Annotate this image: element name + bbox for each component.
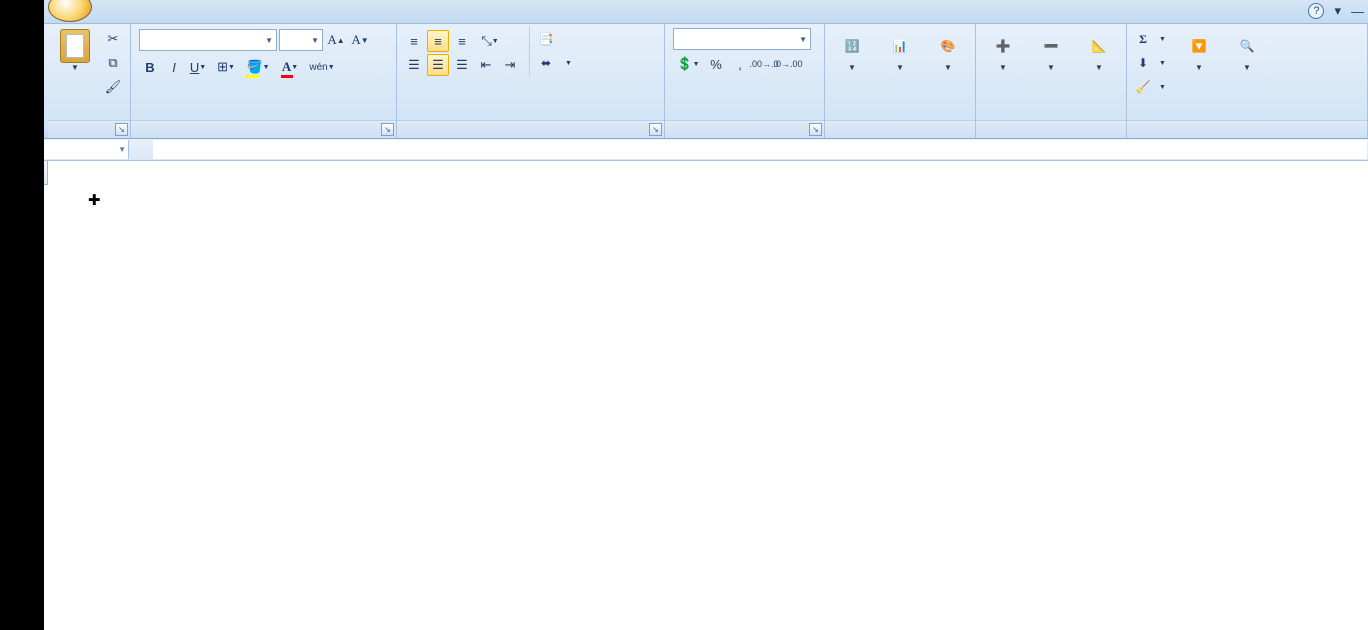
underline-button[interactable]: U▼ — [187, 56, 209, 78]
format-cells-button[interactable]: 📐▼ — [1076, 26, 1122, 73]
italic-button[interactable]: I — [163, 56, 185, 78]
clear-button[interactable]: 🧹▼ — [1133, 76, 1172, 98]
window-dash-icon[interactable]: — — [1351, 4, 1362, 19]
ribbon-tabs: ? ▾ — — [0, 0, 1368, 24]
office-button[interactable] — [48, 0, 92, 22]
decrease-decimal-button[interactable]: .0→.00 — [777, 53, 799, 75]
format-as-table-button[interactable]: 📊▼ — [877, 26, 923, 73]
font-color-button[interactable]: A▼ — [275, 56, 305, 78]
fill-button[interactable]: ⬇▼ — [1133, 52, 1172, 74]
number-launcher[interactable]: ↘ — [809, 123, 822, 136]
help-icon[interactable]: ? — [1308, 3, 1324, 19]
accounting-format-button[interactable]: 💲▼ — [673, 53, 703, 75]
ribbon: ▼ ✂ ⧉ 🖌 ↘ ▼ ▼ A▲ A▼ B I U▼ ⊞▼ 🪣▼ — [0, 24, 1368, 139]
clipboard-launcher[interactable]: ↘ — [115, 123, 128, 136]
align-left-button[interactable]: ☰ — [403, 54, 425, 76]
fx-cancel — [130, 139, 152, 160]
cut-button[interactable]: ✂ — [102, 28, 124, 50]
copy-button[interactable]: ⧉ — [102, 52, 124, 74]
number-format-combo[interactable]: ▼ — [673, 28, 811, 50]
align-middle-button[interactable]: ≡ — [427, 30, 449, 52]
cell-styles-button[interactable]: 🎨▼ — [925, 26, 971, 73]
align-center-button[interactable]: ☰ — [427, 54, 449, 76]
find-select-button[interactable]: 🔍▼ — [1224, 26, 1270, 73]
align-right-button[interactable]: ☰ — [451, 54, 473, 76]
bold-button[interactable]: B — [139, 56, 161, 78]
increase-indent-button[interactable]: ⇥ — [499, 54, 521, 76]
insert-cells-button[interactable]: ➕▼ — [980, 26, 1026, 73]
formula-bar: ▼ — [0, 139, 1368, 161]
align-bottom-button[interactable]: ≡ — [451, 30, 473, 52]
increase-decimal-button[interactable]: .00→.0 — [753, 53, 775, 75]
spreadsheet-grid[interactable]: ✚ — [0, 161, 1368, 630]
align-top-button[interactable]: ≡ — [403, 30, 425, 52]
font-name-combo[interactable]: ▼ — [139, 29, 277, 51]
wrap-text-button[interactable]: 📑 — [536, 28, 578, 50]
decrease-indent-button[interactable]: ⇤ — [475, 54, 497, 76]
alignment-launcher[interactable]: ↘ — [649, 123, 662, 136]
decrease-font-button[interactable]: A▼ — [349, 29, 371, 51]
paste-button[interactable]: ▼ — [52, 26, 98, 73]
minimize-ribbon-icon[interactable]: ▾ — [1334, 3, 1341, 19]
conditional-format-button[interactable]: 🔢▼ — [829, 26, 875, 73]
format-painter-button[interactable]: 🖌 — [102, 76, 124, 98]
borders-button[interactable]: ⊞▼ — [211, 56, 241, 78]
autosum-button[interactable]: Σ▼ — [1133, 28, 1172, 50]
cursor-icon: ✚ — [88, 191, 101, 209]
comma-button[interactable]: , — [729, 53, 751, 75]
increase-font-button[interactable]: A▲ — [325, 29, 347, 51]
percent-button[interactable]: % — [705, 53, 727, 75]
font-launcher[interactable]: ↘ — [381, 123, 394, 136]
delete-cells-button[interactable]: ➖▼ — [1028, 26, 1074, 73]
phonetic-button[interactable]: wén▼ — [307, 56, 337, 78]
sort-filter-button[interactable]: 🔽▼ — [1176, 26, 1222, 73]
fill-color-button[interactable]: 🪣▼ — [243, 56, 273, 78]
font-size-combo[interactable]: ▼ — [279, 29, 323, 51]
merge-center-button[interactable]: ⬌▼ — [536, 52, 578, 74]
orientation-button[interactable]: ⤡▼ — [475, 30, 505, 52]
